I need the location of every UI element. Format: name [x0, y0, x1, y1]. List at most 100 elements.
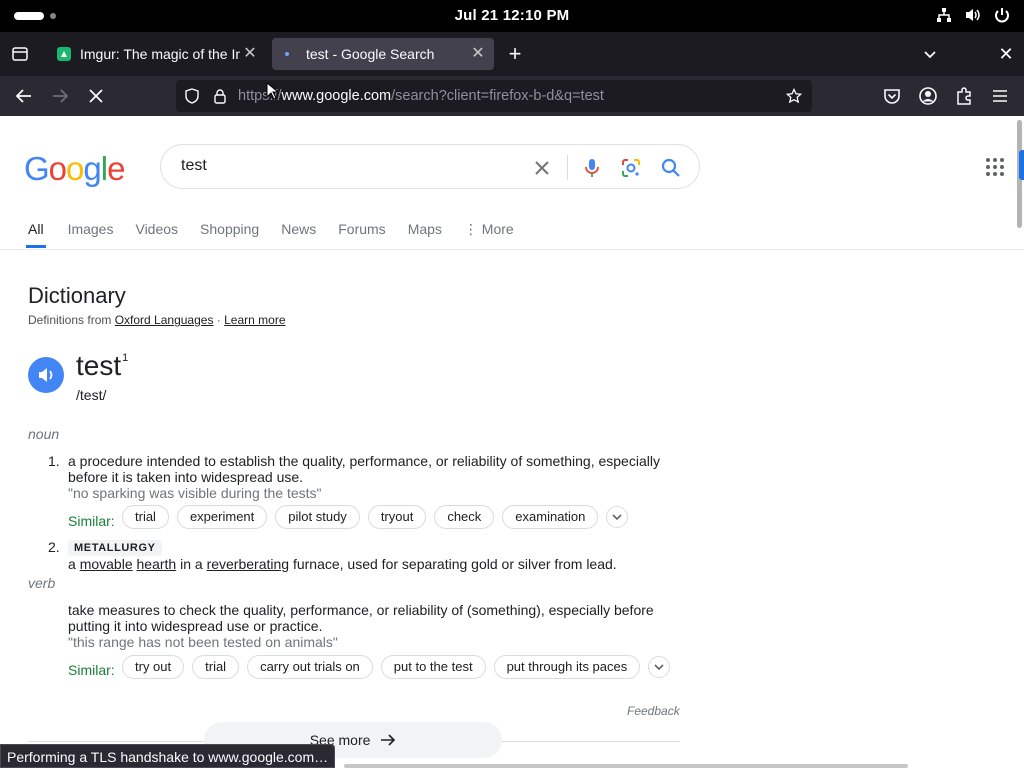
definition-text: a procedure intended to establish the qu… [68, 453, 668, 485]
menu-hamburger-icon[interactable] [989, 85, 1011, 107]
similar-chip[interactable]: trial [122, 505, 169, 529]
similar-chip[interactable]: tryout [367, 505, 427, 529]
tab-videos[interactable]: Videos [135, 220, 178, 248]
pronunciation-speaker-button[interactable] [28, 357, 64, 393]
source-prefix: Definitions from [28, 313, 115, 327]
status-bar: Performing a TLS handshake to www.google… [0, 744, 336, 768]
expand-similar-button[interactable] [606, 506, 629, 528]
subject-label: METALLURGY [68, 540, 162, 556]
loading-icon [282, 46, 298, 62]
word-link[interactable]: reverberating [207, 556, 290, 572]
similar-chip[interactable]: pilot study [275, 505, 360, 529]
chevron-down-icon [654, 664, 664, 671]
back-arrow-icon[interactable] [13, 85, 35, 107]
search-divider [567, 155, 568, 180]
oxford-languages-link[interactable]: Oxford Languages [115, 313, 214, 327]
tab-maps[interactable]: Maps [408, 220, 442, 248]
google-lens-icon[interactable] [620, 157, 642, 179]
system-tray[interactable] [936, 7, 1010, 28]
side-panel-edge[interactable] [1019, 150, 1024, 180]
definition-line: before it is taken into widespread use. [68, 469, 304, 485]
tab-news[interactable]: News [281, 220, 316, 248]
forward-arrow-icon[interactable] [49, 85, 71, 107]
similar-chip[interactable]: experiment [176, 505, 268, 529]
definition-line: a procedure intended to establish the qu… [68, 453, 660, 469]
phonetic-spelling: /test/ [76, 387, 107, 403]
lock-icon[interactable] [212, 88, 228, 104]
tab-shopping[interactable]: Shopping [200, 220, 259, 248]
search-input[interactable]: test [181, 157, 207, 175]
tab-images[interactable]: Images [68, 220, 114, 248]
tab-strip: Imgur: The magic of the Internet ✕ test … [0, 32, 1024, 76]
def-text: in a [176, 556, 207, 572]
power-icon[interactable] [994, 7, 1010, 28]
definition-line: putting it into widespread use or practi… [68, 618, 323, 634]
sense-number: 2. [48, 539, 60, 555]
similar-label: Similar: [68, 513, 115, 529]
clear-search-icon[interactable] [531, 157, 553, 179]
tab-all[interactable]: All [26, 220, 46, 248]
close-tab-icon[interactable]: ✕ [468, 44, 488, 64]
volume-icon[interactable] [964, 7, 982, 28]
voice-search-mic-icon[interactable] [581, 157, 603, 179]
search-magnifier-icon[interactable] [660, 157, 682, 179]
system-clock[interactable]: Jul 21 12:10 PM [0, 7, 1024, 24]
similar-words: trial experiment pilot study tryout chec… [122, 505, 629, 529]
close-tab-icon[interactable]: ✕ [240, 44, 260, 64]
mouse-cursor-icon [266, 81, 280, 100]
dictionary-heading: Dictionary [28, 283, 126, 308]
similar-chip[interactable]: put through its paces [493, 655, 641, 679]
similar-chip[interactable]: examination [502, 505, 599, 529]
navigation-toolbar: https://www.google.com/search?client=fir… [0, 76, 1024, 116]
tab-imgur[interactable]: Imgur: The magic of the Internet ✕ [46, 38, 266, 70]
arrow-right-icon [381, 734, 396, 746]
bookmark-star-icon[interactable] [785, 87, 803, 104]
learn-more-link[interactable]: Learn more [224, 313, 285, 327]
similar-chip[interactable]: trial [192, 655, 240, 679]
part-of-speech-noun: noun [28, 426, 60, 442]
similar-chip[interactable]: carry out trials on [247, 655, 373, 679]
tab-more[interactable]: ⋮ More [464, 220, 514, 248]
definition-text: take measures to check the quality, perf… [68, 602, 668, 634]
word-link[interactable]: hearth [137, 556, 177, 572]
tab-forums[interactable]: Forums [338, 220, 385, 248]
tab-title: test - Google Search [306, 46, 435, 62]
pocket-icon[interactable] [881, 85, 903, 107]
list-tabs-icon[interactable] [920, 44, 940, 64]
new-tab-icon[interactable]: + [504, 43, 526, 65]
example-sentence: "this range has not been tested on anima… [68, 634, 338, 650]
similar-chip[interactable]: check [434, 505, 495, 529]
network-icon[interactable] [936, 7, 952, 28]
google-logo[interactable]: Google [24, 150, 125, 188]
expand-similar-button[interactable] [648, 656, 671, 678]
source-separator: · [213, 313, 225, 327]
firefox-view-icon[interactable] [10, 44, 30, 64]
similar-chip[interactable]: try out [122, 655, 185, 679]
search-type-tabs: All Images Videos Shopping News Forums M… [26, 220, 536, 248]
tab-title: Imgur: The magic of the Internet [80, 46, 240, 62]
part-of-speech-verb: verb [28, 575, 56, 591]
url-host: www.google.com [281, 88, 392, 104]
google-apps-grid-icon[interactable] [984, 156, 1006, 178]
definition-line: take measures to check the quality, perf… [68, 602, 654, 618]
account-icon[interactable] [917, 85, 939, 107]
system-top-bar: Jul 21 12:10 PM [0, 0, 1024, 32]
chevron-down-icon [612, 514, 622, 521]
extensions-icon[interactable] [953, 85, 975, 107]
dictionary-source: Definitions from Oxford Languages · Lear… [28, 313, 286, 327]
def-text: furnace, used for separating gold or sil… [289, 556, 617, 572]
stop-loading-icon[interactable] [85, 85, 107, 107]
speaker-icon [39, 368, 53, 382]
def-text: a [68, 556, 80, 572]
similar-chip[interactable]: put to the test [380, 655, 486, 679]
word-link[interactable]: movable [80, 556, 133, 572]
page-content: Google test All Images Videos Shopping N… [0, 116, 1024, 768]
imgur-icon [56, 46, 72, 62]
tracking-protection-shield-icon[interactable] [184, 88, 200, 104]
url-path: /search?client=firefox-b-d&q=test [391, 88, 604, 104]
horizontal-scrollbar[interactable] [344, 764, 908, 768]
search-box[interactable]: test [160, 144, 700, 189]
feedback-link[interactable]: Feedback [627, 704, 680, 718]
close-window-icon[interactable]: ✕ [996, 44, 1016, 64]
tab-google-search[interactable]: test - Google Search ✕ [272, 38, 494, 70]
